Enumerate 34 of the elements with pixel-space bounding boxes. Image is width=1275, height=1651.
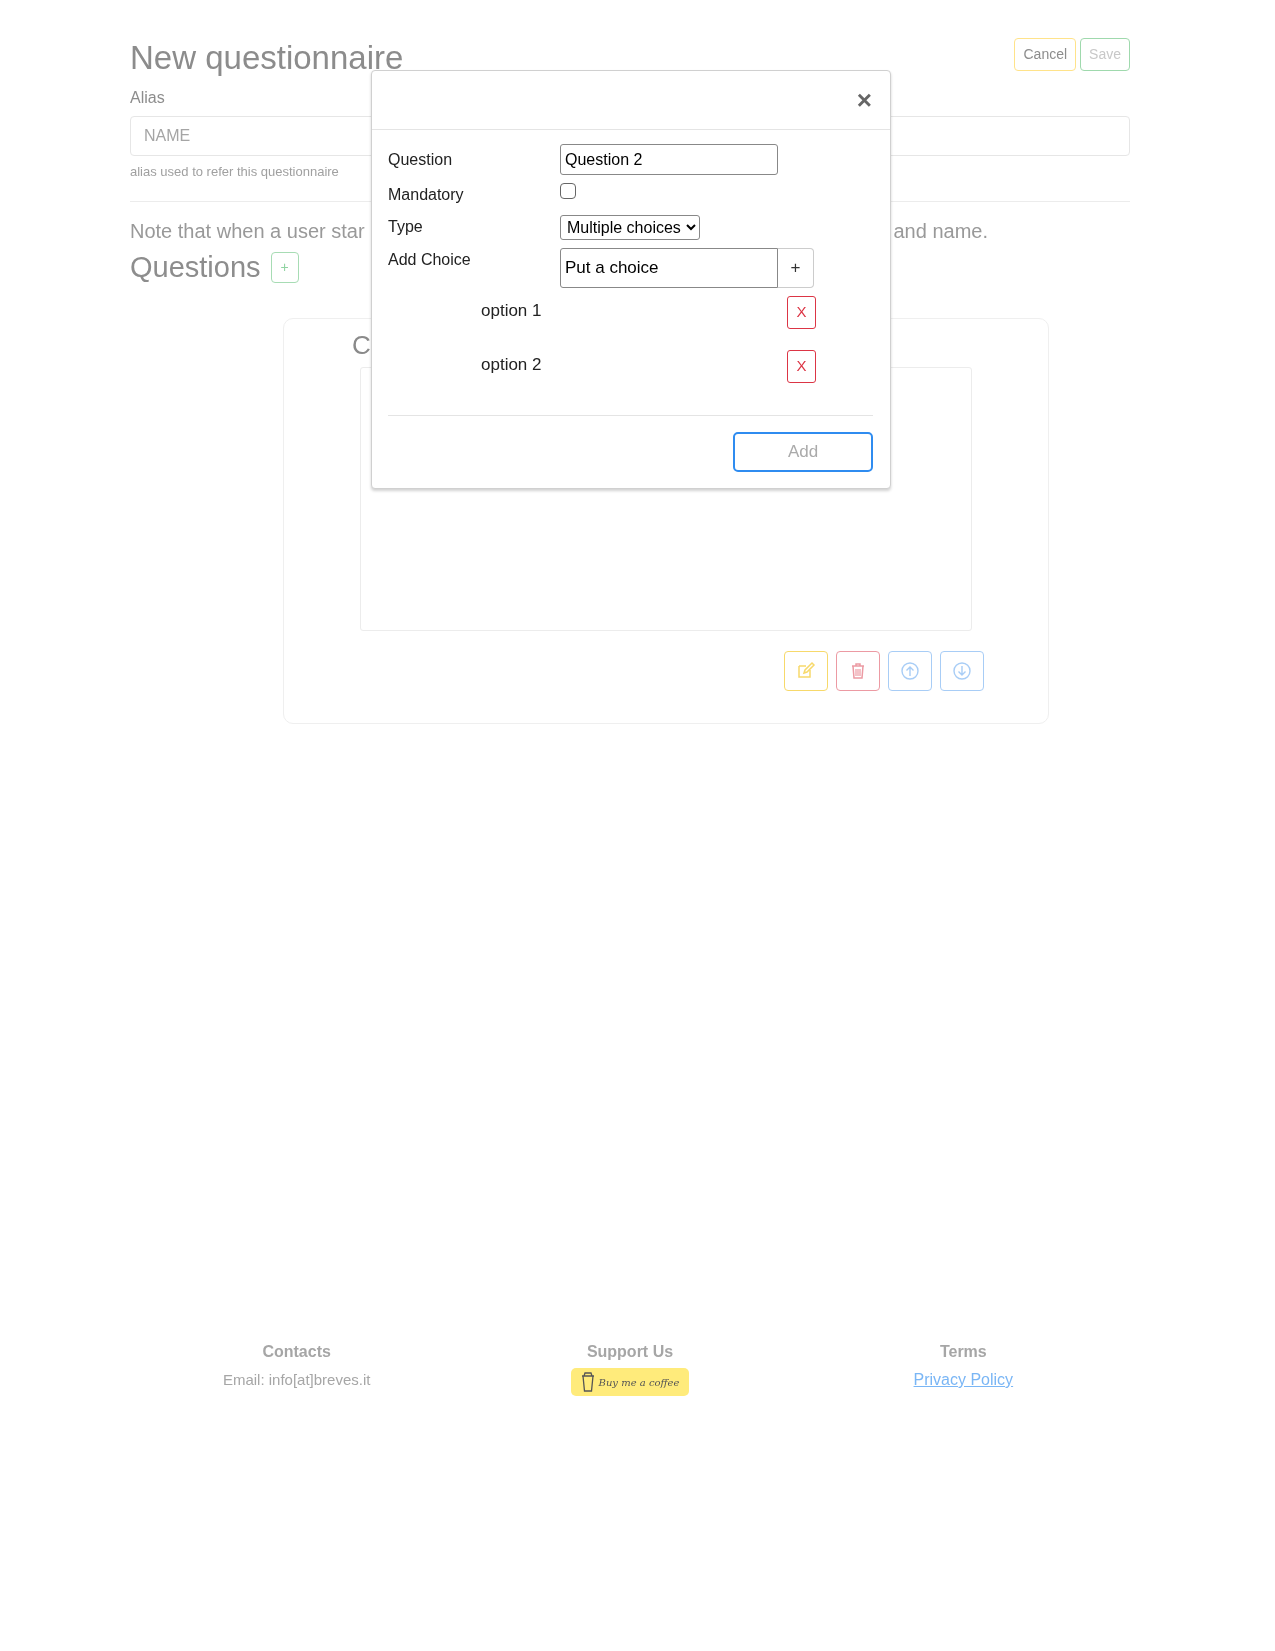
arrow-up-icon xyxy=(900,661,920,682)
field-label: Add Choice xyxy=(388,250,472,270)
close-button[interactable]: × xyxy=(852,87,876,113)
type-dropdown[interactable]: Multiple choices xyxy=(560,215,700,240)
up-button[interactable] xyxy=(888,651,932,692)
question-field[interactable]: Question 2 xyxy=(560,144,778,175)
delete-button[interactable] xyxy=(836,651,880,692)
section-heading: Questions xyxy=(130,250,261,286)
note-text: Note that when a user star xyxy=(130,219,365,245)
help-text: alias used to refer this questionnaire xyxy=(130,162,340,181)
note-text: and name. xyxy=(893,219,988,245)
field-label: Type xyxy=(388,217,424,237)
arrow-down-icon xyxy=(952,661,972,682)
mandatory-checkbox[interactable] xyxy=(560,183,576,199)
question-title: C xyxy=(352,330,371,360)
coffee-button[interactable]: Buy me a coffee xyxy=(570,1368,690,1396)
cancel-button[interactable]: Cancel xyxy=(1014,38,1077,71)
field-label: Alias xyxy=(130,87,165,108)
choice-text: option 1 xyxy=(481,300,542,322)
choice-field[interactable]: Put a choice xyxy=(560,248,778,288)
choice-text: option 2 xyxy=(481,354,542,376)
edit-button[interactable] xyxy=(784,651,828,692)
cup-icon xyxy=(580,1372,595,1392)
remove-button[interactable]: X xyxy=(787,350,816,383)
footer-heading: Contacts xyxy=(261,1342,332,1362)
contact-text: Email: info[at]breves.it xyxy=(222,1371,371,1388)
remove-button[interactable]: X xyxy=(787,296,816,329)
down-button[interactable] xyxy=(940,651,984,692)
footer-heading: Terms xyxy=(938,1342,988,1362)
field-label: Mandatory xyxy=(388,185,465,205)
page-title: New questionnaire xyxy=(130,38,404,78)
add-choice-button[interactable]: + xyxy=(778,248,814,288)
footer-heading: Support Us xyxy=(585,1342,675,1362)
field-label: Question xyxy=(388,149,454,170)
